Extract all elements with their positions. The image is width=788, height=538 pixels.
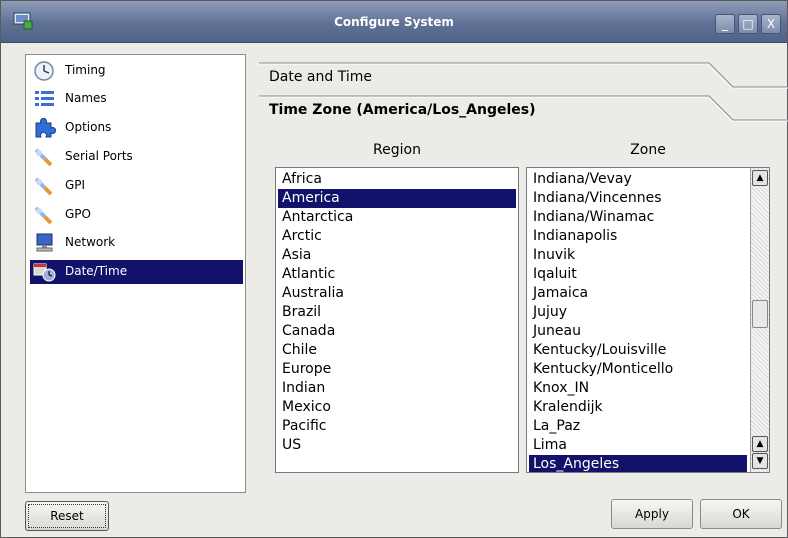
puzzle-icon [33,117,57,138]
sidebar-item-serial-ports[interactable]: Serial Ports [30,145,243,169]
zone-list-item[interactable]: Inuvik [529,246,747,265]
zone-list-item[interactable]: Jamaica [529,284,747,303]
region-list-item[interactable]: Brazil [278,303,516,322]
scrollbar-thumb[interactable] [752,300,768,328]
scroll-up-button-bottom[interactable]: ▲ [752,436,768,452]
scroll-down-button[interactable]: ▼ [752,453,768,469]
region-list-item[interactable]: Pacific [278,417,516,436]
computer-icon [33,233,57,253]
region-list-item[interactable]: Asia [278,246,516,265]
ok-button[interactable]: OK [700,499,782,529]
zone-list-item[interactable]: Lima [529,436,747,455]
zone-list-item[interactable]: Knox_IN [529,379,747,398]
zone-list-item[interactable]: Indianapolis [529,227,747,246]
scroll-up-button[interactable]: ▲ [752,170,768,186]
zone-list-item[interactable]: Indiana/Winamac [529,208,747,227]
wrench-icon [33,205,57,225]
sidebar-item-label: GPO [65,207,91,221]
sidebar-item-label: Names [65,91,107,105]
zone-list[interactable]: ▲ ▲ ▼ Indiana/Vevay Indiana/Vincennes Indi… [526,167,770,473]
zone-header: Zone [630,142,666,158]
list-icon [33,89,57,109]
sidebar-item-timing[interactable]: Timing [30,59,243,83]
zone-list-item[interactable]: Kralendijk [529,398,747,417]
zone-list-item[interactable]: Kentucky/Monticello [529,360,747,379]
apply-button[interactable]: Apply [611,499,693,529]
sidebar: Timing Names Options Serial Ports GPI GP… [25,54,246,493]
region-list-item[interactable]: Europe [278,360,516,379]
region-list-item[interactable]: America [278,189,516,208]
sidebar-item-label: Options [65,120,112,134]
region-list-item[interactable]: Indian [278,379,516,398]
region-list-item[interactable]: US [278,436,516,455]
reset-button[interactable]: Reset [25,501,109,531]
region-header: Region [373,142,421,158]
title-bar[interactable]: Configure System _ □ X [1,1,787,43]
region-list-item[interactable]: Africa [278,170,516,189]
sidebar-item-label: Serial Ports [65,149,133,163]
zone-scrollbar[interactable]: ▲ ▲ ▼ [750,168,769,472]
region-list-item[interactable]: Canada [278,322,516,341]
zone-list-item[interactable]: Jujuy [529,303,747,322]
sidebar-item-gpo[interactable]: GPO [30,203,243,227]
calendar-clock-icon [33,262,57,282]
tab-date-and-time[interactable]: Date and Time [259,61,788,94]
tab-time-zone[interactable]: Time Zone (America/Los_Angeles) [259,94,788,128]
zone-list-item[interactable]: Juneau [529,322,747,341]
region-list[interactable]: Africa America Antarctica Arctic Asia Atlanti… [275,167,519,473]
window-title: Configure System [334,15,454,29]
zone-list-item[interactable]: Indiana/Vevay [529,170,747,189]
sidebar-item-gpi[interactable]: GPI [30,174,243,198]
zone-list-item[interactable]: Indiana/Vincennes [529,189,747,208]
sidebar-item-network[interactable]: Network [30,231,243,255]
sidebar-item-options[interactable]: Options [30,116,243,140]
region-list-item[interactable]: Arctic [278,227,516,246]
minimize-button[interactable]: _ [715,14,735,34]
region-list-item[interactable]: Australia [278,284,516,303]
sidebar-item-label: Date/Time [65,264,128,278]
region-list-item[interactable]: Chile [278,341,516,360]
sidebar-item-date-time[interactable]: Date/Time [30,260,243,284]
zone-list-item[interactable]: Iqaluit [529,265,747,284]
zone-list-item[interactable]: Los_Angeles [529,455,747,472]
clock-icon [33,61,57,81]
region-list-item[interactable]: Antarctica [278,208,516,227]
tab-outline [259,62,788,89]
sidebar-item-names[interactable]: Names [30,87,243,111]
wrench-icon [33,176,57,196]
wrench-icon [33,147,57,167]
maximize-button[interactable]: □ [738,14,758,34]
configure-system-window: Configure System _ □ X Timing Names Opti… [0,0,788,538]
region-list-item[interactable]: Mexico [278,398,516,417]
region-list-item[interactable]: Atlantic [278,265,516,284]
zone-list-item[interactable]: Kentucky/Louisville [529,341,747,360]
zone-list-item[interactable]: La_Paz [529,417,747,436]
close-button[interactable]: X [761,14,781,34]
sidebar-item-label: Timing [65,63,106,77]
sidebar-item-label: Network [65,235,116,249]
sidebar-item-label: GPI [65,178,86,192]
tab-outline [259,95,788,122]
